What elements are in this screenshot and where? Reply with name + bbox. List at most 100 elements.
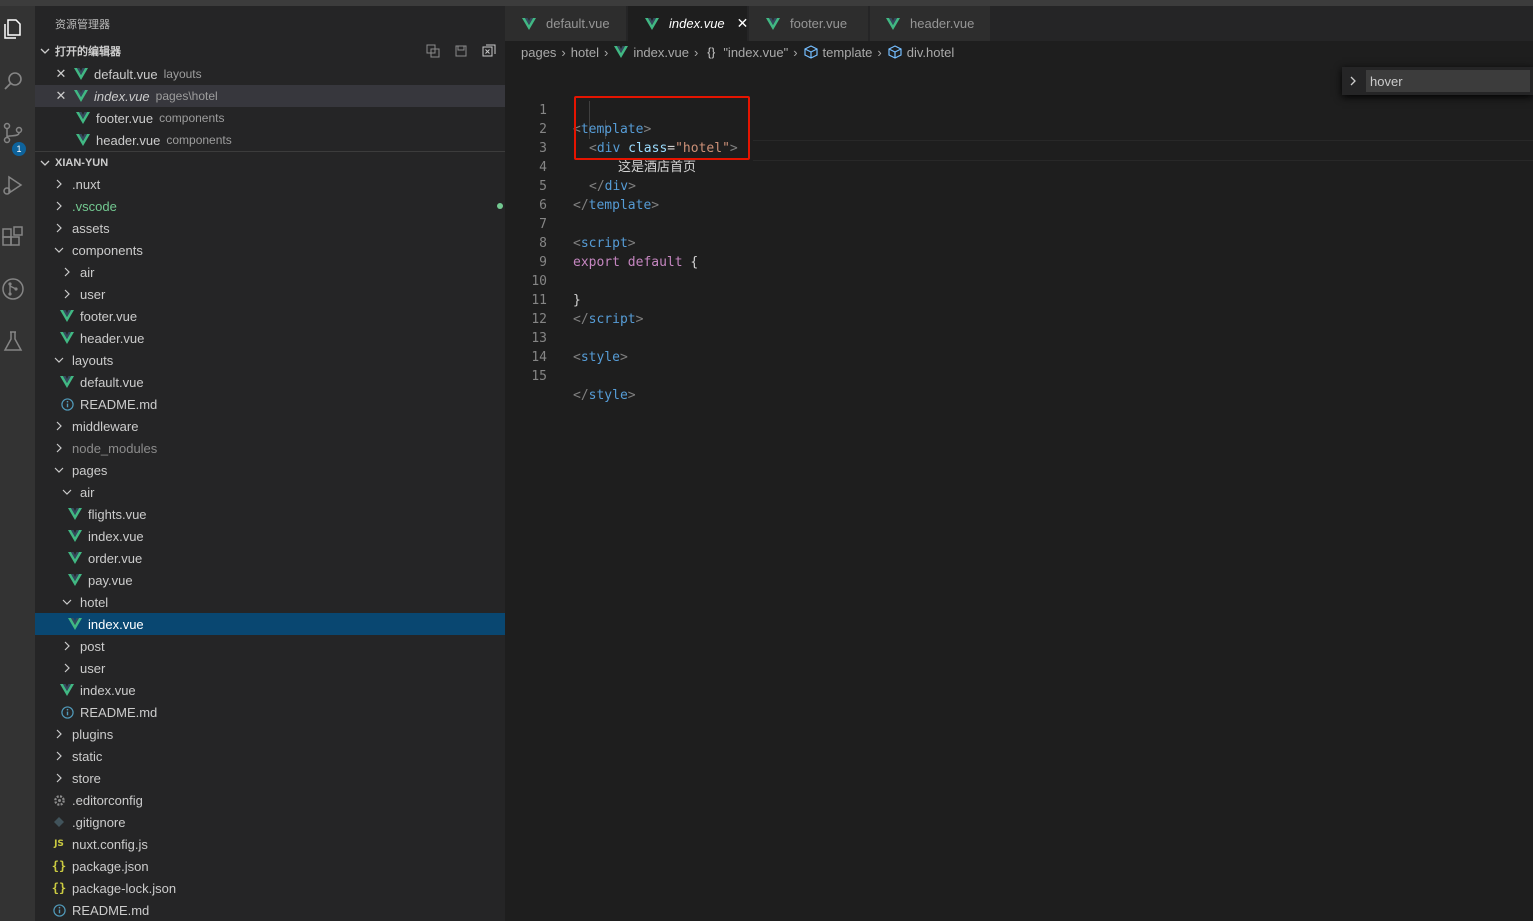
code-editor[interactable]: 1 <template> 2 <div class="hotel"> 3 这是酒…: [505, 63, 1533, 921]
tree-folder[interactable]: .vscode: [35, 195, 505, 217]
tree-folder[interactable]: middleware: [35, 415, 505, 437]
tab-footer-vue[interactable]: footer.vue: [749, 6, 869, 41]
open-editors-actions: [425, 40, 497, 62]
tree-file[interactable]: README.md: [35, 701, 505, 723]
tree-file[interactable]: {} package-lock.json: [35, 877, 505, 899]
close-all-icon[interactable]: [481, 43, 497, 59]
tree-folder[interactable]: pages: [35, 459, 505, 481]
tree-file[interactable]: .editorconfig: [35, 789, 505, 811]
line-content: </style>: [573, 386, 636, 405]
tree-file[interactable]: .gitignore: [35, 811, 505, 833]
tree-folder[interactable]: air: [35, 261, 505, 283]
tree-file[interactable]: JS nuxt.config.js: [35, 833, 505, 855]
tree-folder[interactable]: .nuxt: [35, 173, 505, 195]
breadcrumb-item[interactable]: {} "index.vue": [703, 44, 788, 60]
open-editor-name: default.vue: [94, 66, 158, 82]
find-input[interactable]: hover: [1366, 70, 1530, 92]
tree-folder[interactable]: post: [35, 635, 505, 657]
tree-folder[interactable]: components: [35, 239, 505, 261]
tree-file[interactable]: header.vue: [35, 327, 505, 349]
tree-folder[interactable]: layouts: [35, 349, 505, 371]
code-line: 11 </script>: [505, 272, 1533, 327]
breadcrumb-item[interactable]: index.vue: [613, 44, 689, 60]
open-editor-item-active[interactable]: ✕ index.vue pages\hotel: [35, 85, 505, 107]
tree-file[interactable]: index.vue: [35, 525, 505, 547]
json-braces-icon: {}: [707, 45, 716, 59]
explorer-sidebar: 资源管理器 打开的编辑器 ✕ default.vue layouts ✕ ind…: [35, 6, 505, 921]
tree-folder[interactable]: assets: [35, 217, 505, 239]
open-editor-desc: components: [159, 111, 225, 125]
tree-label: store: [72, 770, 101, 786]
info-icon: [59, 704, 75, 720]
tree-folder[interactable]: user: [35, 283, 505, 305]
open-editor-item[interactable]: footer.vue components: [35, 107, 505, 129]
vue-file-icon: [67, 550, 83, 566]
tree-file[interactable]: default.vue: [35, 371, 505, 393]
tree-label: static: [72, 748, 103, 764]
breadcrumb-item[interactable]: div.hotel: [887, 44, 954, 60]
git-diamond-icon: [51, 814, 67, 830]
open-editor-item[interactable]: header.vue components: [35, 129, 505, 151]
testing-icon[interactable]: [0, 326, 26, 356]
chevron-right-icon: [51, 220, 67, 236]
tree-file[interactable]: README.md: [35, 393, 505, 415]
git-graph-icon[interactable]: [0, 274, 26, 304]
close-icon[interactable]: ✕: [53, 88, 69, 104]
activity-bar: 1: [0, 6, 35, 921]
tree-label: .vscode: [72, 198, 117, 214]
tree-file[interactable]: {} package.json: [35, 855, 505, 877]
tree-label: index.vue: [80, 682, 136, 698]
tree-file[interactable]: pay.vue: [35, 569, 505, 591]
tree-folder[interactable]: air: [35, 481, 505, 503]
tree-label: nuxt.config.js: [72, 836, 148, 852]
tree-label: .gitignore: [72, 814, 126, 830]
tree-file[interactable]: order.vue: [35, 547, 505, 569]
chevron-right-icon[interactable]: [1342, 76, 1364, 86]
breadcrumb-item[interactable]: pages: [521, 45, 556, 60]
chevron-right-icon: [51, 440, 67, 456]
run-debug-icon[interactable]: [0, 170, 26, 200]
open-editor-name: header.vue: [96, 132, 161, 148]
breadcrumb-item[interactable]: hotel: [571, 45, 599, 60]
info-icon: [59, 396, 75, 412]
vue-file-icon: [73, 88, 89, 104]
tab-default-vue[interactable]: default.vue: [505, 6, 627, 41]
tree-file[interactable]: index.vue: [35, 613, 505, 635]
close-icon[interactable]: ✕: [737, 15, 749, 32]
tree-folder[interactable]: store: [35, 767, 505, 789]
extensions-icon[interactable]: [0, 222, 26, 252]
tab-header-vue[interactable]: header.vue: [870, 6, 991, 41]
open-editor-item[interactable]: ✕ default.vue layouts: [35, 63, 505, 85]
symbol-structure-icon: [803, 44, 819, 60]
open-editors-header[interactable]: 打开的编辑器: [35, 40, 505, 62]
tree-file[interactable]: index.vue: [35, 679, 505, 701]
chevron-down-icon: [59, 594, 75, 610]
tree-label: README.md: [72, 902, 150, 918]
tree-folder[interactable]: static: [35, 745, 505, 767]
files-icon[interactable]: [0, 14, 26, 44]
tree-file[interactable]: README.md: [35, 899, 505, 921]
search-icon[interactable]: [0, 66, 26, 96]
tree-file[interactable]: footer.vue: [35, 305, 505, 327]
chevron-down-icon: [35, 158, 55, 168]
tree-folder[interactable]: node_modules: [35, 437, 505, 459]
save-all-icon[interactable]: [453, 43, 469, 59]
tree-folder[interactable]: user: [35, 657, 505, 679]
javascript-icon: JS: [54, 839, 64, 849]
chevron-right-icon: [51, 198, 67, 214]
chevron-right-icon: [51, 748, 67, 764]
breadcrumb-item[interactable]: template: [803, 44, 872, 60]
tab-index-vue[interactable]: index.vue ✕: [628, 6, 748, 41]
tab-label: footer.vue: [790, 16, 848, 31]
tree-folder[interactable]: plugins: [35, 723, 505, 745]
tree-folder[interactable]: hotel: [35, 591, 505, 613]
tree-label: package-lock.json: [72, 880, 177, 896]
scm-badge: 1: [12, 142, 26, 156]
close-icon[interactable]: ✕: [53, 66, 69, 82]
token: </: [573, 388, 589, 403]
token: style: [588, 388, 628, 403]
new-untitled-file-icon[interactable]: [425, 43, 441, 59]
project-header[interactable]: XIAN-YUN: [35, 152, 505, 174]
tree-file[interactable]: flights.vue: [35, 503, 505, 525]
code-line: 14: [505, 329, 1533, 365]
